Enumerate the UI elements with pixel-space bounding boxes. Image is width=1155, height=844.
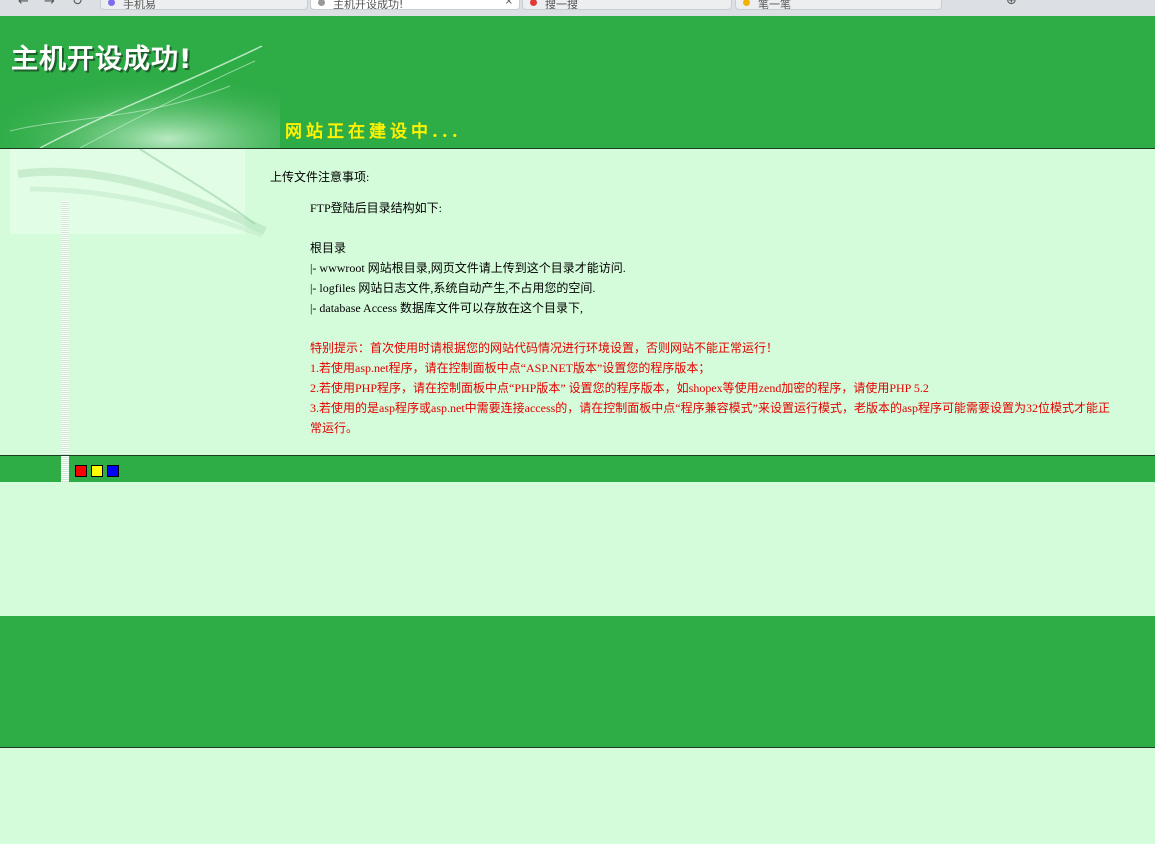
tip-item: 3.若使用的是asp程序或asp.net中需要连接access的，请在控制面板中… [310, 401, 1110, 435]
blue-square [107, 465, 119, 477]
tab-favicon-icon [530, 0, 537, 6]
ftp-intro: FTP登陆后目录结构如下: [310, 201, 443, 215]
red-square [75, 465, 87, 477]
tab-2[interactable]: 搜一搜 [522, 0, 732, 10]
tab-1[interactable]: 主机开设成功! × [310, 0, 520, 10]
decorative-stripe [61, 201, 69, 455]
dir-item: |- database Access 数据库文件可以存放在这个目录下, [310, 301, 584, 315]
yellow-square [91, 465, 103, 477]
notice-body: FTP登陆后目录结构如下: 根目录 |- wwwroot 网站根目录,网页文件请… [310, 198, 1115, 438]
under-construction-text: 网站正在建设中... [285, 122, 462, 142]
tip-item: 2.若使用PHP程序，请在控制面板中点“PHP版本” 设置您的程序版本，如sho… [310, 381, 929, 395]
main-content: 上传文件注意事项: FTP登陆后目录结构如下: 根目录 |- wwwroot 网… [0, 149, 1155, 456]
tab-0[interactable]: 手机易 [100, 0, 308, 10]
tip-heading: 特别提示：首次使用时请根据您的网站代码情况进行环境设置，否则网站不能正常运行！ [310, 341, 779, 355]
dir-item: |- wwwroot 网站根目录,网页文件请上传到这个目录才能访问. [310, 261, 626, 275]
tab-favicon-icon [318, 0, 325, 6]
shield-icon[interactable]: ⊕ [1006, 0, 1017, 8]
tip-item: 1.若使用asp.net程序，请在控制面板中点“ASP.NET版本”设置您的程序… [310, 361, 711, 375]
leaf-decoration [0, 149, 268, 455]
tab-label: 主机开设成功! [333, 0, 404, 10]
tab-favicon-icon [743, 0, 750, 6]
tab-label: 搜一搜 [545, 0, 578, 10]
header-banner: 主机开设成功! 网站正在建设中... [0, 16, 1155, 149]
close-icon[interactable]: × [505, 0, 513, 7]
footer-block [0, 616, 1155, 748]
forward-icon[interactable]: → [44, 0, 55, 9]
browser-tab-bar: ← → ↻ 手机易 主机开设成功! × 搜一搜 笔一笔 ⊕ [0, 0, 1155, 16]
tab-label: 手机易 [123, 0, 156, 10]
tab-3[interactable]: 笔一笔 [735, 0, 942, 10]
root-dir: 根目录 [310, 241, 347, 255]
tab-favicon-icon [108, 0, 115, 6]
reload-icon[interactable]: ↻ [72, 0, 83, 9]
back-icon[interactable]: ← [18, 0, 29, 9]
decorative-stripe [61, 456, 69, 482]
footer-bar [0, 456, 1155, 482]
tab-label: 笔一笔 [758, 0, 791, 10]
leaf-decoration [0, 45, 280, 148]
dir-item: |- logfiles 网站日志文件,系统自动产生,不占用您的空间. [310, 281, 596, 295]
notice-heading: 上传文件注意事项: [270, 170, 370, 184]
page-title: 主机开设成功! [11, 44, 193, 75]
